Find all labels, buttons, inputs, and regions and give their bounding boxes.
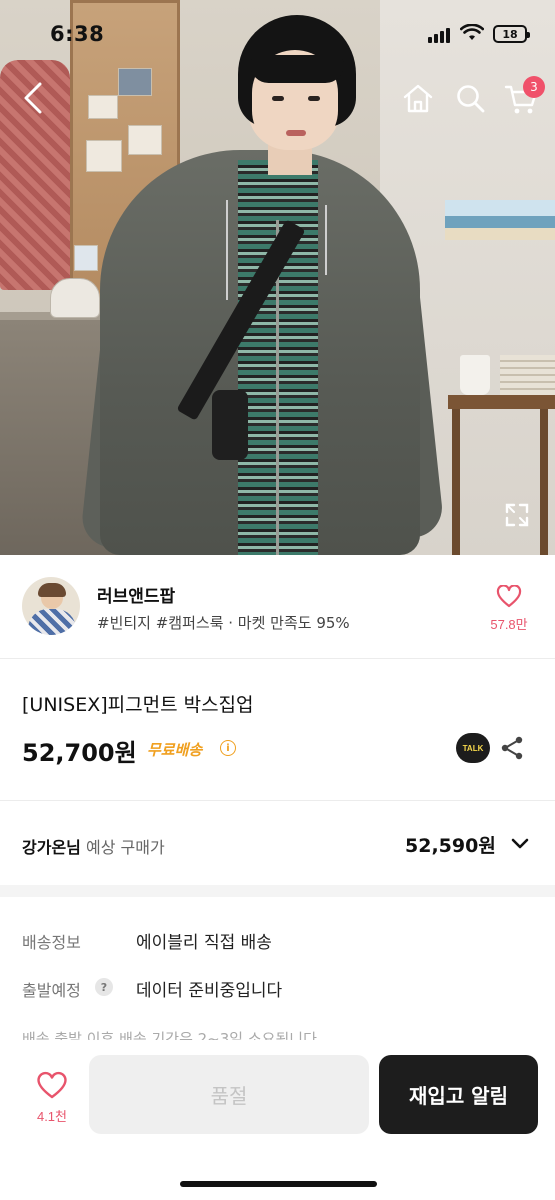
photo-hood-string — [325, 205, 327, 275]
back-button[interactable] — [18, 80, 52, 116]
photo-sea-picture — [445, 200, 555, 240]
member-price-caption: 예상 구매가 — [85, 838, 165, 857]
restock-alert-button[interactable]: 재입고 알림 — [379, 1055, 538, 1134]
product-price: 52,700원 — [22, 739, 137, 767]
talk-label: TALK — [462, 743, 484, 753]
heart-icon — [496, 584, 522, 608]
product-title: [UNISEX]피그먼트 박스집업 — [22, 694, 254, 716]
photo-bag — [212, 390, 248, 460]
seller-like-button[interactable]: 57.8만 — [484, 581, 534, 637]
photo-table-leg — [452, 409, 460, 555]
member-expected-price: 52,590원 — [405, 835, 496, 857]
photo-eye — [272, 96, 284, 101]
seller-avatar[interactable] — [22, 577, 80, 635]
search-icon — [457, 85, 485, 113]
photo-pinned-card — [128, 125, 162, 155]
expand-photo-button[interactable] — [500, 500, 534, 530]
status-time: 6:38 — [50, 22, 105, 46]
seller-like-count: 57.8만 — [490, 617, 528, 632]
info-icon[interactable]: i — [220, 740, 236, 756]
bottom-action-bar: 4.1천 품절 재입고 알림 — [0, 1040, 555, 1200]
home-icon — [403, 84, 433, 113]
shipping-info-value: 에이블리 직접 배송 — [136, 933, 272, 953]
wishlist-button[interactable]: 4.1천 — [24, 1068, 80, 1128]
seller-tags: #빈티지 #캠퍼스룩 · 마켓 만족도 95% — [97, 614, 350, 632]
photo-cup — [460, 355, 490, 395]
home-button[interactable] — [400, 80, 436, 116]
member-price-expand-button[interactable] — [508, 834, 532, 854]
photo-pinned-card — [74, 245, 98, 271]
delivery-note: 배송 출발 이후 배송 기간은 2~3일 소요됩니다 — [22, 1030, 317, 1040]
wishlist-count: 4.1천 — [36, 1109, 68, 1124]
chevron-down-icon — [511, 838, 529, 849]
kakao-talk-share-button[interactable]: TALK — [456, 733, 490, 763]
free-shipping-badge: 무료배송 — [147, 741, 203, 759]
member-price-row[interactable]: 강가온님 예상 구매가 52,590원 — [0, 801, 555, 885]
photo-pinned-card — [88, 95, 118, 119]
battery-icon: 18 — [493, 25, 530, 43]
battery-level: 18 — [502, 27, 518, 41]
cellular-signal-icon — [428, 28, 450, 43]
chevron-left-icon — [24, 82, 42, 114]
share-icon — [501, 736, 523, 760]
departure-label: 출발예정 — [22, 981, 81, 1000]
question-icon[interactable]: ? — [95, 978, 113, 996]
home-indicator — [180, 1181, 377, 1187]
departure-value: 데이터 준비중입니다 — [136, 981, 283, 1001]
seller-section: 러브앤드팝 #빈티지 #캠퍼스룩 · 마켓 만족도 95% 57.8만 — [0, 555, 555, 659]
share-button[interactable] — [498, 734, 526, 762]
cart-count-badge: 3 — [523, 76, 545, 98]
photo-table — [448, 395, 555, 409]
heart-icon — [37, 1071, 67, 1099]
member-price-label: 강가온님 예상 구매가 — [22, 834, 165, 858]
photo-eye — [308, 96, 320, 101]
photo-table-leg — [540, 409, 548, 555]
sold-out-button[interactable]: 품절 — [89, 1055, 369, 1134]
photo-lips — [286, 130, 306, 136]
member-name: 강가온님 — [22, 838, 81, 857]
expand-icon — [505, 503, 529, 527]
photo-pinned-card — [118, 68, 152, 96]
wifi-icon — [460, 24, 484, 40]
photo-hood-string — [226, 200, 228, 300]
shipping-info-label: 배송정보 — [22, 933, 81, 952]
photo-hair-fringe — [250, 55, 344, 83]
section-divider — [0, 885, 555, 897]
photo-kettle — [50, 278, 100, 318]
seller-name[interactable]: 러브앤드팝 — [97, 582, 175, 607]
photo-books — [500, 355, 555, 395]
photo-pinned-card — [86, 140, 122, 172]
search-button[interactable] — [452, 80, 488, 116]
